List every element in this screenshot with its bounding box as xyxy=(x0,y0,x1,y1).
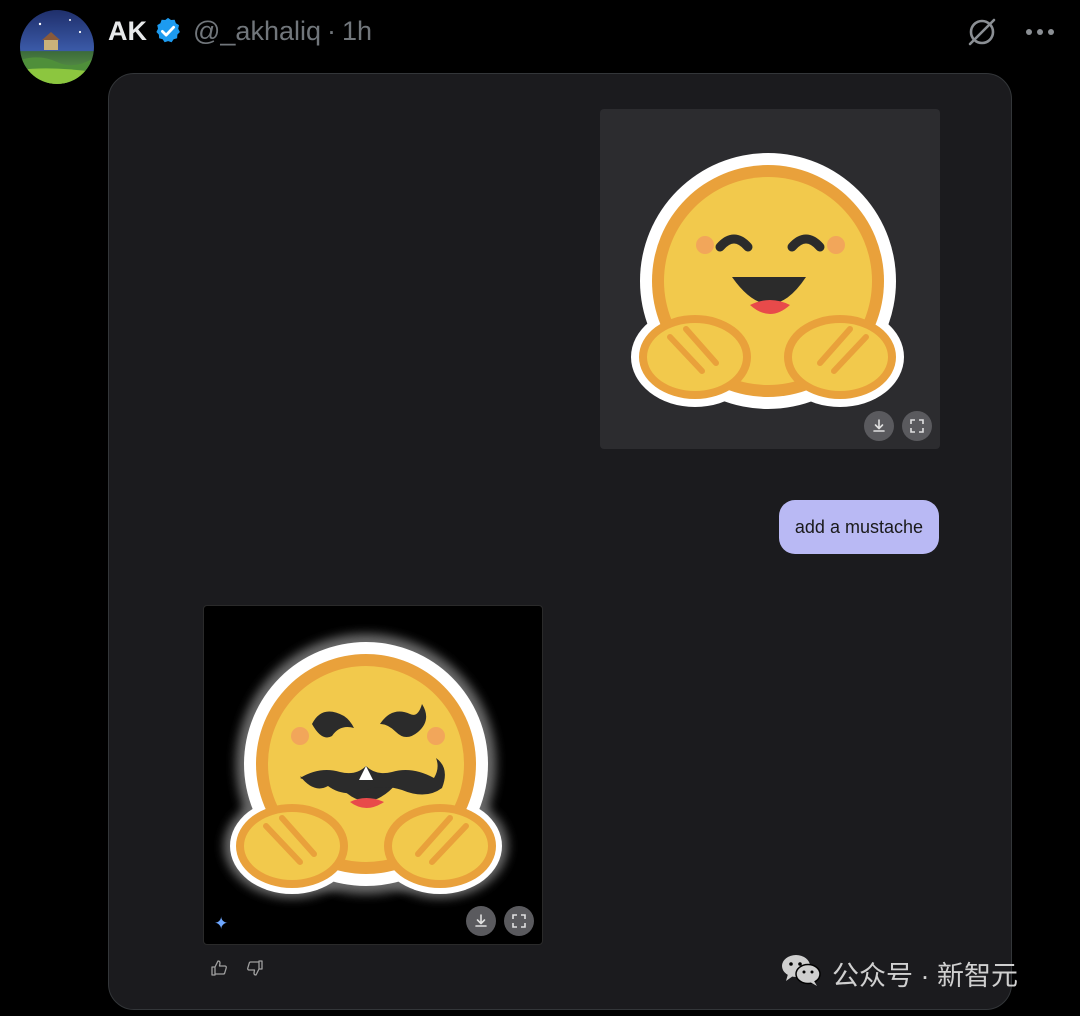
media-card[interactable]: add a mustache ✦ xyxy=(108,73,1012,1010)
grok-icon[interactable] xyxy=(964,14,1000,50)
separator-dot: · xyxy=(327,15,336,46)
avatar[interactable] xyxy=(20,10,94,84)
generated-image-tile[interactable]: ✦ xyxy=(203,605,543,945)
fullscreen-icon[interactable] xyxy=(504,906,534,936)
mustache-emoji-image xyxy=(224,634,508,898)
download-icon[interactable] xyxy=(864,411,894,441)
tweet-header: AK @_akhaliq · 1h xyxy=(108,12,372,50)
download-icon[interactable] xyxy=(466,906,496,936)
watermark-text: 公众号 · 新智元 xyxy=(832,961,1018,991)
display-name[interactable]: AK xyxy=(108,16,147,47)
tweet-page: AK @_akhaliq · 1h add a mustache ✦ 公众号 ·… xyxy=(0,0,1080,1016)
verified-badge-icon xyxy=(153,16,183,46)
fullscreen-icon[interactable] xyxy=(902,411,932,441)
user-handle[interactable]: @_akhaliq xyxy=(193,16,321,47)
user-message-bubble: add a mustache xyxy=(778,500,939,554)
watermark: 公众号 · 新智元 xyxy=(780,952,1018,995)
hugging-face-emoji-image xyxy=(631,153,904,409)
sparkle-icon: ✦ xyxy=(214,914,229,933)
image-controls xyxy=(864,411,932,441)
thumbs-up-icon[interactable] xyxy=(209,958,229,978)
thumbs-down-icon[interactable] xyxy=(245,958,265,978)
feedback-buttons xyxy=(209,958,265,978)
timestamp[interactable]: 1h xyxy=(342,16,372,47)
image-controls xyxy=(466,906,534,936)
header-actions xyxy=(964,14,1058,50)
wechat-icon xyxy=(780,952,822,995)
more-options-icon[interactable] xyxy=(1022,14,1058,50)
original-image-tile[interactable] xyxy=(600,109,940,449)
